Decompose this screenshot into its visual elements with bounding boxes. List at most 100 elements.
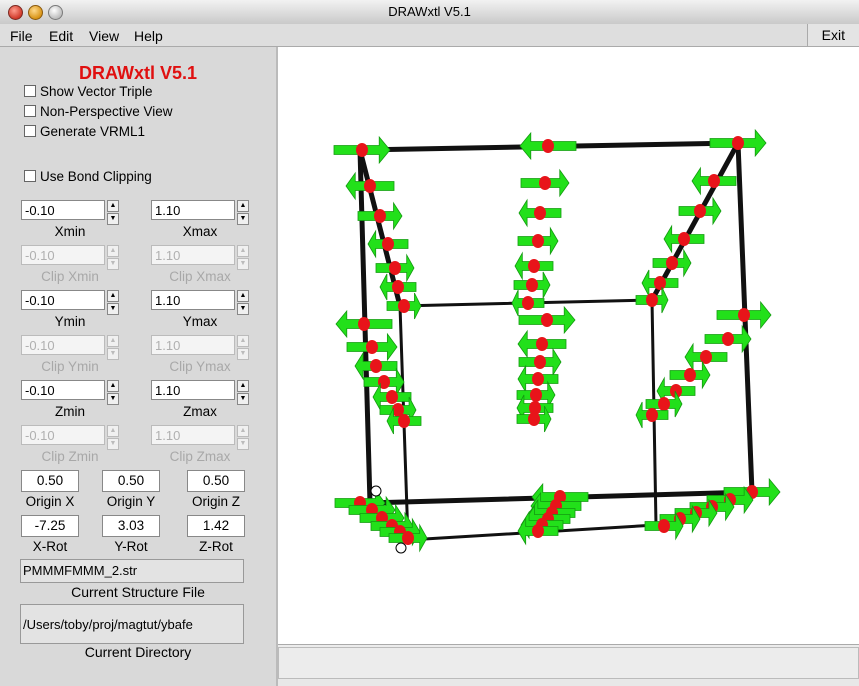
magnetic-moment-arrow (514, 251, 554, 281)
magnetic-moment-arrow (346, 332, 398, 362)
magnetic-moment-arrow (517, 329, 567, 359)
magnetic-moment-arrow (518, 305, 576, 335)
show-vector-triple-checkbox[interactable]: Show Vector Triple (24, 84, 153, 99)
xmax-label: Xmax (182, 224, 218, 239)
x-rot-input[interactable]: -7.25 (21, 515, 79, 537)
non-perspective-view-checkbox[interactable]: Non-Perspective View (24, 104, 173, 119)
zmin-label: Zmin (55, 404, 85, 419)
xmax-spinner[interactable]: 1.10 ▲ ▼ (151, 200, 249, 225)
exit-button[interactable]: Exit (806, 24, 859, 46)
xmin-label: Xmin (54, 224, 86, 239)
structure-viewer[interactable] (278, 47, 859, 644)
spin-up-icon[interactable]: ▲ (107, 380, 119, 392)
spin-up-icon[interactable]: ▲ (237, 290, 249, 302)
magnetic-moment-arrow (354, 351, 398, 381)
magnetic-moment-arrow (678, 196, 722, 226)
spin-up-icon: ▲ (107, 425, 119, 437)
ymax-label: Ymax (182, 314, 218, 329)
menu-help[interactable]: Help (134, 28, 163, 44)
ymax-input[interactable]: 1.10 (151, 290, 235, 310)
clip-ymin-input: -0.10 (21, 335, 105, 355)
clip-xmax-label: Clip Xmax (169, 269, 231, 284)
status-bar (278, 644, 859, 679)
magnetic-moment-arrow (519, 131, 577, 161)
generate-vrml-checkbox[interactable]: Generate VRML1 (24, 124, 145, 139)
clip-zmin-label: Clip Zmin (41, 449, 99, 464)
origin-z-label: Origin Z (191, 494, 240, 509)
clip-ymax-input: 1.10 (151, 335, 235, 355)
zmax-spinner[interactable]: 1.10 ▲ ▼ (151, 380, 249, 405)
spin-up-icon: ▲ (237, 425, 249, 437)
spin-up-icon: ▲ (237, 335, 249, 347)
clip-xmax-spinner: 1.10 ▲ ▼ (151, 245, 249, 270)
zmin-input[interactable]: -0.10 (21, 380, 105, 400)
checkbox-label: Generate VRML1 (40, 124, 146, 139)
magnetic-moment-arrow (513, 271, 551, 299)
y-rot-input[interactable]: 3.03 (102, 515, 160, 537)
checkbox-label: Show Vector Triple (40, 84, 153, 99)
clip-xmin-input: -0.10 (21, 245, 105, 265)
origin-z-input[interactable]: 0.50 (187, 470, 245, 492)
xmax-input[interactable]: 1.10 (151, 200, 235, 220)
menu-edit[interactable]: Edit (49, 28, 73, 44)
window-titlebar: DRAWxtl V5.1 (0, 0, 859, 25)
structure-file-field: PMMMFMMM_2.str (20, 559, 244, 583)
ymin-spinner[interactable]: -0.10 ▲ ▼ (21, 290, 119, 315)
magnetic-moment-arrow (517, 364, 559, 394)
directory-label: Current Directory (84, 644, 192, 660)
menu-file[interactable]: File (10, 28, 33, 44)
clip-xmin-spinner: -0.10 ▲ ▼ (21, 245, 119, 270)
origin-x-input[interactable]: 0.50 (21, 470, 79, 492)
zmin-spinner[interactable]: -0.10 ▲ ▼ (21, 380, 119, 405)
z-rot-label: Z-Rot (199, 539, 233, 554)
clip-ymax-label: Clip Ymax (169, 359, 231, 374)
clip-ymin-spinner: -0.10 ▲ ▼ (21, 335, 119, 360)
x-rot-label: X-Rot (32, 539, 68, 554)
origin-y-label: Origin Y (106, 494, 156, 509)
spin-up-icon[interactable]: ▲ (237, 200, 249, 212)
y-rot-label: Y-Rot (114, 539, 148, 554)
xmin-input[interactable]: -0.10 (21, 200, 105, 220)
z-rot-input[interactable]: 1.42 (187, 515, 245, 537)
use-bond-clipping-checkbox[interactable]: Use Bond Clipping (24, 169, 152, 184)
zmax-input[interactable]: 1.10 (151, 380, 235, 400)
clip-zmax-input: 1.10 (151, 425, 235, 445)
clip-ymax-spinner: 1.10 ▲ ▼ (151, 335, 249, 360)
magnetic-moment-arrow (511, 289, 545, 317)
magnetic-moment-arrow (663, 224, 705, 254)
checkbox-icon (24, 85, 36, 97)
spin-up-icon[interactable]: ▲ (237, 380, 249, 392)
zmax-label: Zmax (183, 404, 217, 419)
magnetic-moment-arrow (520, 168, 570, 198)
clip-xmin-label: Clip Xmin (41, 269, 99, 284)
clip-zmin-input: -0.10 (21, 425, 105, 445)
clip-ymin-label: Clip Ymin (41, 359, 99, 374)
magnetic-moment-arrow (386, 292, 422, 320)
status-field (278, 647, 859, 679)
ymin-label: Ymin (54, 314, 86, 329)
app-title: DRAWxtl V5.1 (78, 63, 198, 83)
control-panel: DRAWxtl V5.1 Show Vector Triple Non-Pers… (0, 47, 278, 686)
spin-up-icon[interactable]: ▲ (107, 200, 119, 212)
xmin-spinner[interactable]: -0.10 ▲ ▼ (21, 200, 119, 225)
magnetic-moment-arrow (363, 367, 405, 397)
ymin-input[interactable]: -0.10 (21, 290, 105, 310)
directory-field: /Users/toby/proj/magtut/ybafe (20, 604, 244, 644)
ymax-spinner[interactable]: 1.10 ▲ ▼ (151, 290, 249, 315)
origin-y-input[interactable]: 0.50 (102, 470, 160, 492)
cursor-ring-icon (395, 542, 407, 554)
clip-xmax-input: 1.10 (151, 245, 235, 265)
spin-up-icon[interactable]: ▲ (107, 290, 119, 302)
crystal-structure-icon[interactable] (278, 47, 859, 644)
menu-view[interactable]: View (89, 28, 119, 44)
magnetic-moment-arrow (704, 324, 752, 354)
clip-zmin-spinner: -0.10 ▲ ▼ (21, 425, 119, 450)
spin-up-icon: ▲ (107, 335, 119, 347)
clip-zmax-label: Clip Zmax (169, 449, 231, 464)
magnetic-moment-arrow (641, 269, 679, 297)
menu-bar: File Edit View Help Exit (0, 24, 859, 47)
checkbox-icon (24, 125, 36, 137)
spin-up-icon: ▲ (237, 245, 249, 257)
magnetic-moment-arrow (652, 248, 692, 278)
checkbox-label: Non-Perspective View (40, 104, 173, 119)
